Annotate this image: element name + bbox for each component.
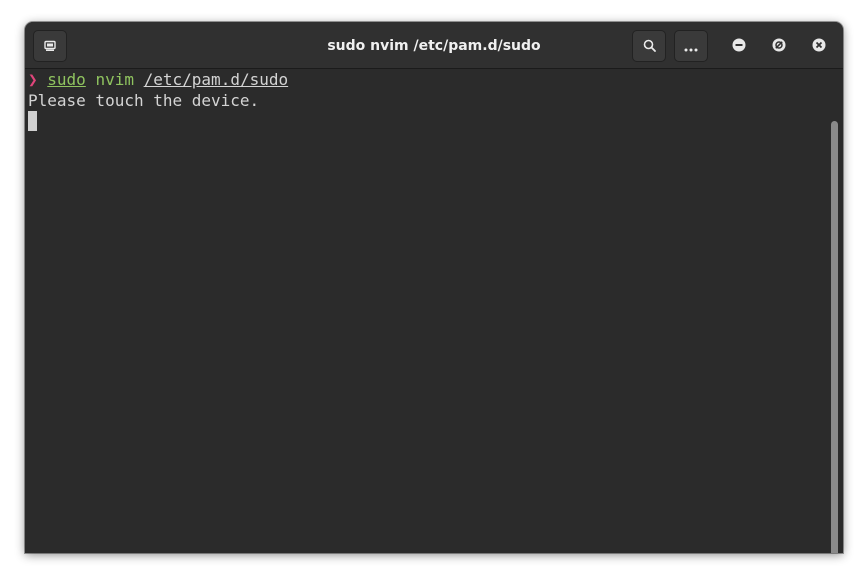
- command-sudo: sudo: [47, 70, 86, 89]
- command-path: /etc/pam.d/sudo: [143, 70, 289, 89]
- close-icon: [812, 37, 826, 56]
- terminal-content[interactable]: ❯ sudo nvim /etc/pam.d/sudo Please touch…: [25, 69, 843, 553]
- command-nvim: nvim: [95, 70, 134, 89]
- terminal-window: sudo nvim /etc/pam.d/sudo ❯ sudo nvim /e…: [25, 22, 843, 553]
- search-icon: [643, 37, 656, 56]
- maximize-button[interactable]: [771, 38, 787, 54]
- window-title: sudo nvim /etc/pam.d/sudo: [327, 37, 541, 54]
- header-bar: sudo nvim /etc/pam.d/sudo: [25, 22, 843, 69]
- search-button[interactable]: [632, 30, 666, 62]
- minimize-button[interactable]: [731, 38, 747, 54]
- prompt-symbol: ❯: [28, 70, 38, 89]
- minimize-icon: [732, 37, 746, 56]
- command-line: ❯ sudo nvim /etc/pam.d/sudo: [28, 69, 288, 90]
- terminal-cursor: [28, 111, 37, 131]
- new-terminal-icon: [44, 37, 56, 56]
- maximize-icon: [772, 37, 786, 56]
- scrollbar[interactable]: [831, 121, 838, 553]
- close-button[interactable]: [811, 38, 827, 54]
- menu-button[interactable]: [674, 30, 708, 62]
- ellipsis-icon: [684, 37, 698, 56]
- output-line: Please touch the device.: [28, 91, 260, 110]
- new-tab-button[interactable]: [33, 30, 67, 62]
